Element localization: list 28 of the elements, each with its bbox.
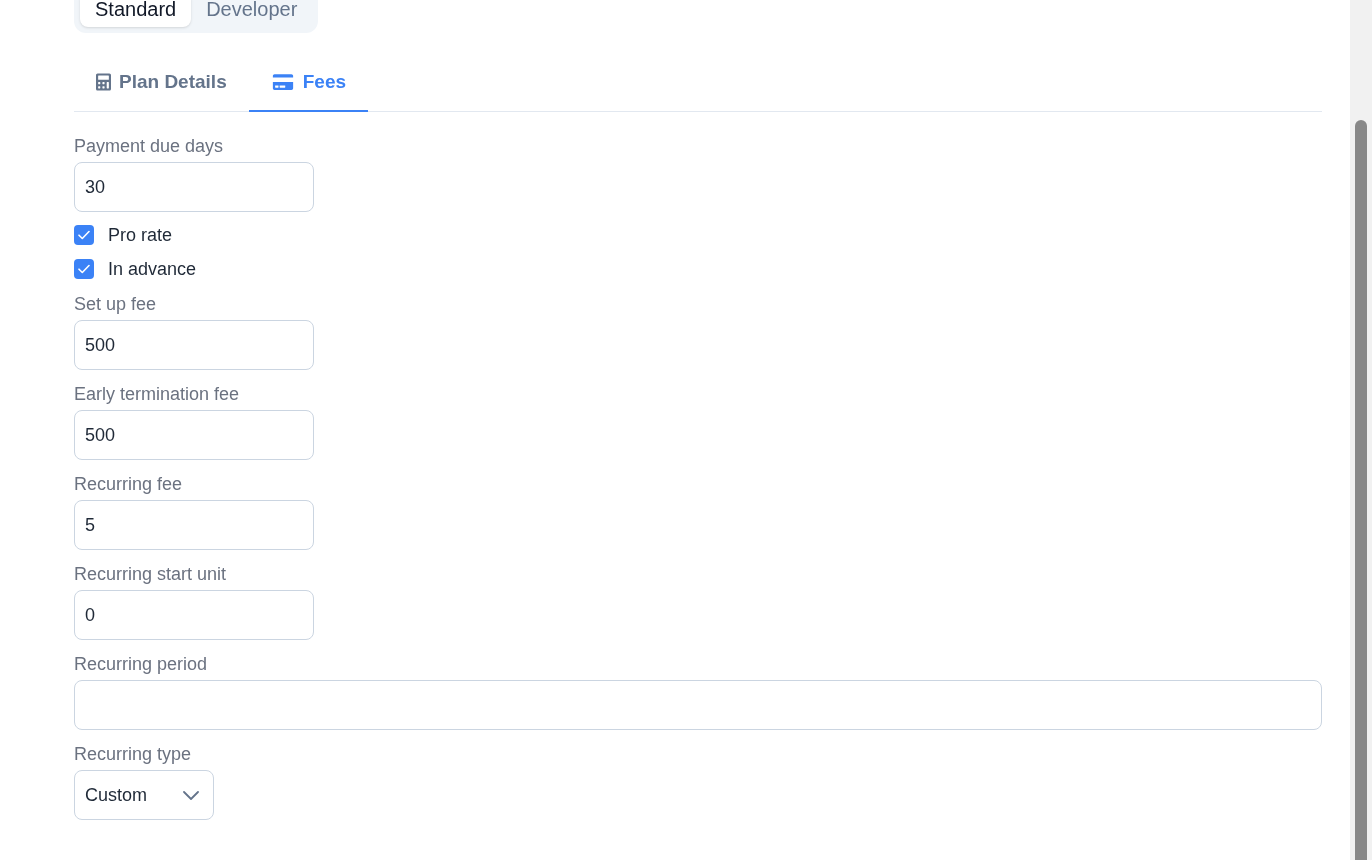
calculator-icon	[96, 73, 111, 91]
tab[interactable]: Plan Details	[74, 54, 249, 112]
checkbox[interactable]	[74, 259, 94, 279]
input-field[interactable]: 500	[74, 320, 314, 370]
field-label: Recurring type	[74, 743, 192, 766]
input-field[interactable]	[74, 680, 1322, 730]
mode-tab[interactable]: Standard	[80, 0, 192, 27]
check-icon	[78, 230, 90, 240]
input-field[interactable]: 5	[74, 500, 314, 550]
field-label: Early termination fee	[74, 383, 240, 406]
checkbox[interactable]	[74, 225, 94, 245]
select-dropdown[interactable]: Custom	[74, 770, 214, 820]
checkbox-label: Pro rate	[108, 224, 173, 247]
scrollbar-thumb[interactable]	[1355, 120, 1367, 860]
check-icon	[78, 264, 90, 274]
input-field[interactable]: 30	[74, 162, 314, 212]
checkbox-label: In advance	[108, 258, 197, 281]
field-label: Recurring start unit	[74, 563, 227, 586]
input-field[interactable]: 0	[74, 590, 314, 640]
chevron-down-icon	[183, 790, 199, 800]
field-label: Set up fee	[74, 293, 157, 316]
credit-card-icon	[270, 73, 295, 91]
field-label: Recurring period	[74, 653, 208, 676]
field-label: Recurring fee	[74, 473, 183, 496]
input-field[interactable]: 500	[74, 410, 314, 460]
tab[interactable]: Fees	[248, 54, 369, 112]
field-label: Payment due days	[74, 135, 224, 158]
mode-tab[interactable]: Developer	[191, 0, 313, 27]
